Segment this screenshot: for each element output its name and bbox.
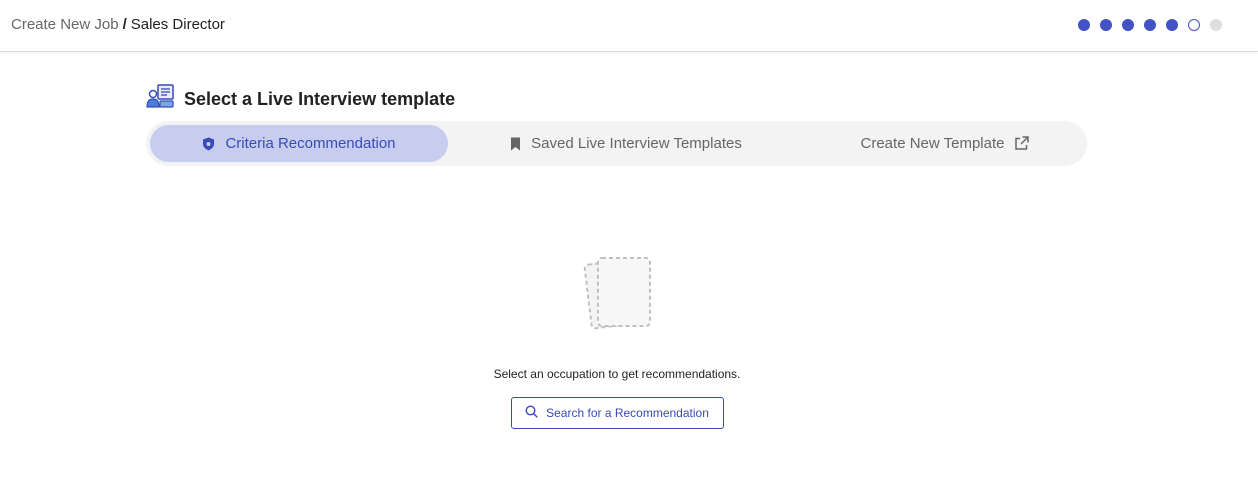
step-dot-6 [1188,19,1200,31]
step-dot-5 [1166,19,1178,31]
tab-label: Criteria Recommendation [225,135,396,152]
step-dot-3 [1122,19,1134,31]
empty-documents-icon [582,254,656,335]
tab-create-new-template[interactable]: Create New Template [806,125,1084,162]
step-dot-2 [1100,19,1112,31]
step-dot-7 [1210,19,1222,31]
live-interview-icon [146,84,175,114]
section-header: Select a Live Interview template [146,84,455,114]
top-bar: Create New Job / Sales Director [0,0,1258,52]
tab-saved-live-interview-templates[interactable]: Saved Live Interview Templates [476,125,776,162]
page-title: Select a Live Interview template [184,88,456,109]
tab-label: Saved Live Interview Templates [531,135,742,152]
breadcrumb-create-new-job[interactable]: Create New Job [11,16,119,33]
tab-criteria-recommendation[interactable]: Criteria Recommendation [150,125,448,162]
empty-state: Select an occupation to get recommendati… [0,254,1258,429]
progress-steps [1078,19,1222,31]
step-dot-1 [1078,19,1090,31]
empty-state-message: Select an occupation to get recommendati… [493,367,741,381]
breadcrumb-separator: / [122,16,127,33]
tab-label: Create New Template [860,135,1005,152]
external-link-icon [1014,136,1030,151]
shield-icon [202,137,215,151]
search-recommendation-button[interactable]: Search for a Recommendation [510,397,724,429]
template-tabs: Criteria Recommendation Saved Live Inter… [146,121,1087,166]
breadcrumb-current-job: Sales Director [130,16,225,33]
search-button-label: Search for a Recommendation [546,406,709,420]
bookmark-icon [510,137,521,151]
search-icon [525,405,538,421]
breadcrumb: Create New Job / Sales Director [11,16,225,34]
step-dot-4 [1144,19,1156,31]
